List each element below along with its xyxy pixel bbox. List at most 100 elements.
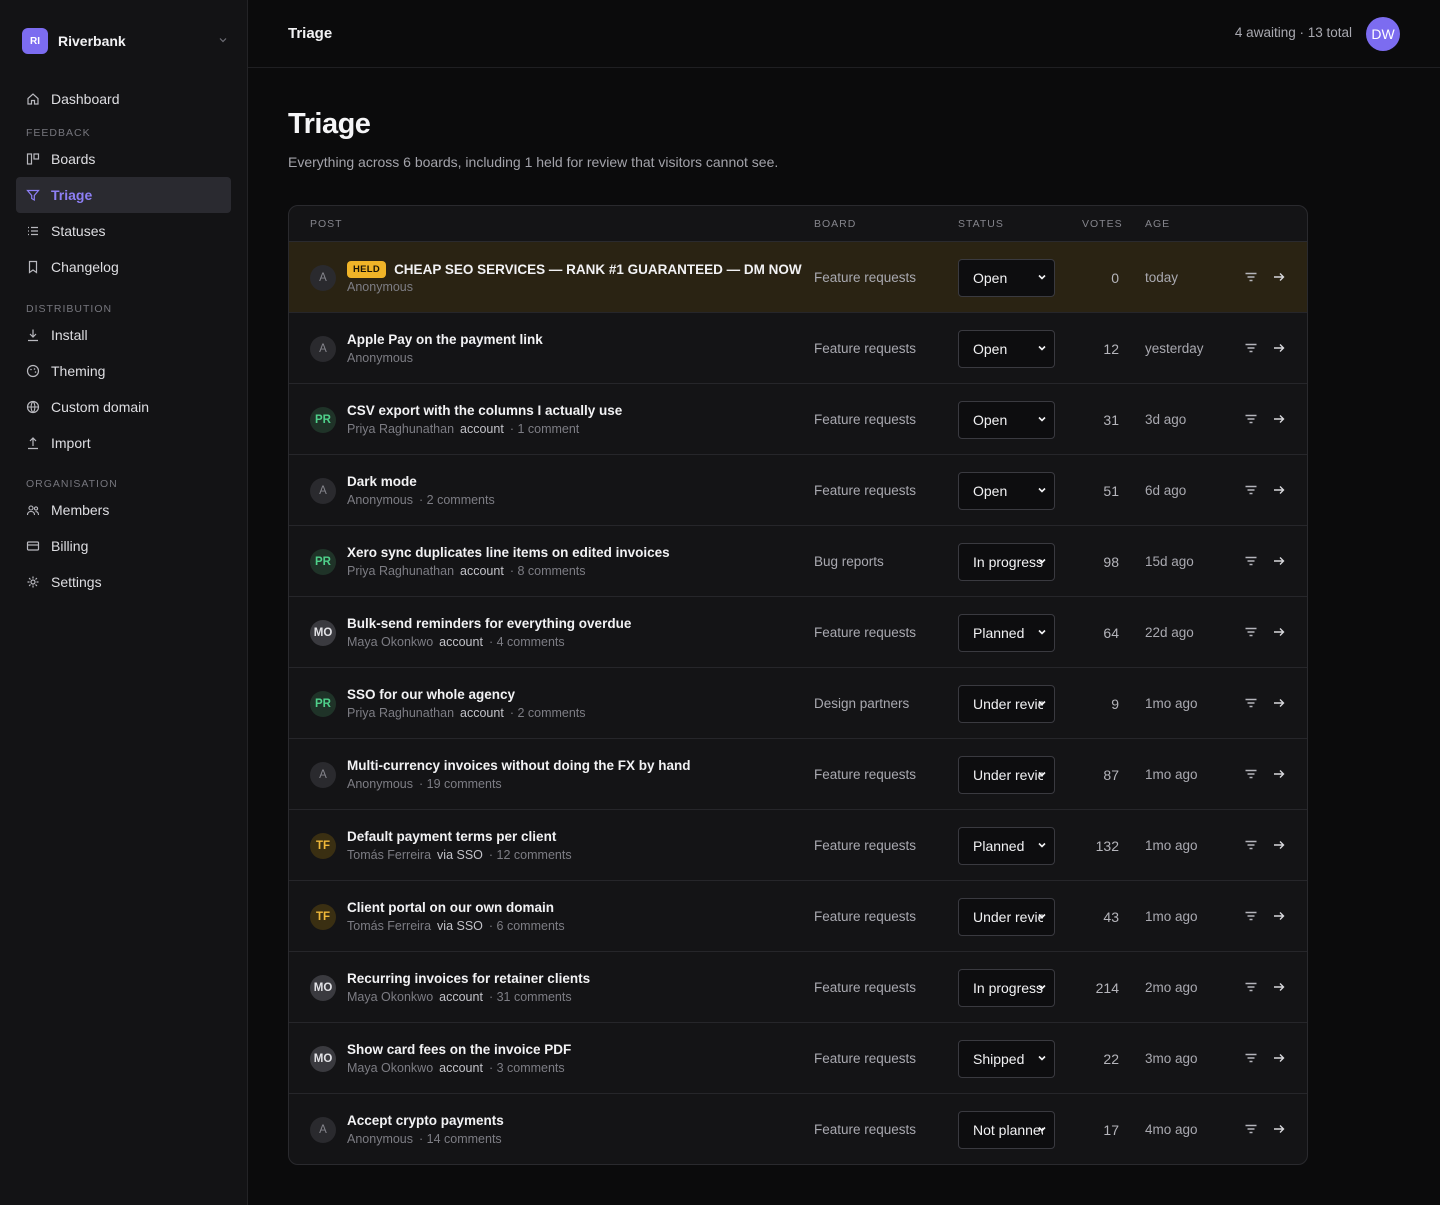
comment-count: · 2 comments xyxy=(419,493,495,507)
table-row[interactable]: PR CSV export with the columns I actuall… xyxy=(289,384,1307,455)
filter-lines-icon[interactable] xyxy=(1244,554,1258,568)
post-title[interactable]: Show card fees on the invoice PDF xyxy=(347,1042,571,1057)
author-avatar: TF xyxy=(310,904,336,930)
sidebar-item-boards[interactable]: Boards xyxy=(16,141,231,177)
status-select[interactable]: Not planned xyxy=(958,1111,1055,1149)
sidebar-item-import[interactable]: Import xyxy=(16,425,231,461)
table-row[interactable]: A HELD CHEAP SEO SERVICES — RANK #1 GUAR… xyxy=(289,242,1307,313)
table-row[interactable]: A Accept crypto payments Anonymous · 14 c… xyxy=(289,1094,1307,1164)
post-title[interactable]: SSO for our whole agency xyxy=(347,687,515,702)
upload-icon xyxy=(26,436,40,450)
filter-lines-icon[interactable] xyxy=(1244,696,1258,710)
table-row[interactable]: PR Xero sync duplicates line items on ed… xyxy=(289,526,1307,597)
post-title[interactable]: Dark mode xyxy=(347,474,417,489)
post-title[interactable]: CSV export with the columns I actually u… xyxy=(347,403,622,418)
arrow-right-icon[interactable] xyxy=(1272,696,1286,710)
arrow-right-icon[interactable] xyxy=(1272,412,1286,426)
sidebar-item-settings[interactable]: Settings xyxy=(16,564,231,600)
post-title[interactable]: Bulk-send reminders for everything overd… xyxy=(347,616,631,631)
vote-count: 51 xyxy=(1103,483,1119,499)
author-source: account xyxy=(439,990,483,1004)
status-select[interactable]: In progress xyxy=(958,969,1055,1007)
post-meta: Anonymous xyxy=(347,280,413,294)
status-select[interactable]: Open xyxy=(958,330,1055,368)
post-title[interactable]: Recurring invoices for retainer clients xyxy=(347,971,590,986)
post-meta: Priya Raghunathan account · 1 comment xyxy=(347,422,579,436)
table-row[interactable]: TF Client portal on our own domain Tomás… xyxy=(289,881,1307,952)
status-select[interactable]: Open xyxy=(958,401,1055,439)
filter-lines-icon[interactable] xyxy=(1244,1051,1258,1065)
arrow-right-icon[interactable] xyxy=(1272,483,1286,497)
arrow-right-icon[interactable] xyxy=(1272,625,1286,639)
author-source: account xyxy=(460,422,504,436)
table-row[interactable]: MO Recurring invoices for retainer clien… xyxy=(289,952,1307,1023)
table-row[interactable]: A Multi-currency invoices without doing … xyxy=(289,739,1307,810)
arrow-right-icon[interactable] xyxy=(1272,1122,1286,1136)
arrow-right-icon[interactable] xyxy=(1272,554,1286,568)
funnel-icon xyxy=(26,188,40,202)
post-title[interactable]: Default payment terms per client xyxy=(347,829,556,844)
status-select[interactable]: Open xyxy=(958,472,1055,510)
arrow-right-icon[interactable] xyxy=(1272,767,1286,781)
table-row[interactable]: PR SSO for our whole agency Priya Raghun… xyxy=(289,668,1307,739)
sidebar-item-dashboard[interactable]: Dashboard xyxy=(16,81,231,117)
sidebar-item-billing[interactable]: Billing xyxy=(16,528,231,564)
post-title[interactable]: Accept crypto payments xyxy=(347,1113,504,1128)
filter-lines-icon[interactable] xyxy=(1244,270,1258,284)
sidebar-item-theming[interactable]: Theming xyxy=(16,353,231,389)
sidebar-item-statuses[interactable]: Statuses xyxy=(16,213,231,249)
sidebar-item-install[interactable]: Install xyxy=(16,317,231,353)
table-row[interactable]: TF Default payment terms per client Tomá… xyxy=(289,810,1307,881)
credit-card-icon xyxy=(26,539,40,553)
status-select[interactable]: Open xyxy=(958,259,1055,297)
author-avatar: MO xyxy=(310,1046,336,1072)
post-title-text: Show card fees on the invoice PDF xyxy=(347,1042,572,1057)
user-avatar[interactable]: DW xyxy=(1366,17,1400,51)
post-title[interactable]: Apple Pay on the payment link xyxy=(347,332,543,347)
filter-lines-icon[interactable] xyxy=(1244,980,1258,994)
arrow-right-icon[interactable] xyxy=(1272,909,1286,923)
post-title-text: Client portal on our own domain xyxy=(347,900,554,915)
comment-count: · 14 comments xyxy=(419,1132,502,1146)
sidebar-item-members[interactable]: Members xyxy=(16,492,231,528)
status-select[interactable]: Planned xyxy=(958,614,1055,652)
status-select[interactable]: Shipped xyxy=(958,1040,1055,1078)
table-row[interactable]: MO Show card fees on the invoice PDF May… xyxy=(289,1023,1307,1094)
arrow-right-icon[interactable] xyxy=(1272,1051,1286,1065)
arrow-right-icon[interactable] xyxy=(1272,270,1286,284)
chevron-down-icon xyxy=(1037,414,1047,427)
post-title[interactable]: HELD CHEAP SEO SERVICES — RANK #1 GUARAN… xyxy=(347,261,802,278)
filter-lines-icon[interactable] xyxy=(1244,412,1258,426)
status-select[interactable]: Under review xyxy=(958,756,1055,794)
sidebar-item-changelog[interactable]: Changelog xyxy=(16,249,231,285)
status-select[interactable]: Planned xyxy=(958,827,1055,865)
post-author: Anonymous xyxy=(347,280,414,294)
sidebar-item-custom-domain[interactable]: Custom domain xyxy=(16,389,231,425)
filter-lines-icon[interactable] xyxy=(1244,909,1258,923)
table-row[interactable]: A Dark mode Anonymous · 2 comments Featur… xyxy=(289,455,1307,526)
workspace-switcher[interactable]: RI Riverbank xyxy=(22,28,228,54)
arrow-right-icon[interactable] xyxy=(1272,341,1286,355)
status-select[interactable]: In progress xyxy=(958,543,1055,581)
post-title[interactable]: Client portal on our own domain xyxy=(347,900,554,915)
post-board: Feature requests xyxy=(814,270,917,285)
status-select[interactable]: Under review xyxy=(958,685,1055,723)
post-title[interactable]: Xero sync duplicates line items on edite… xyxy=(347,545,670,560)
sidebar-item-triage[interactable]: Triage xyxy=(16,177,231,213)
table-row[interactable]: A Apple Pay on the payment link Anonymou… xyxy=(289,313,1307,384)
vote-count: 0 xyxy=(1111,270,1119,286)
arrow-right-icon[interactable] xyxy=(1272,838,1286,852)
filter-lines-icon[interactable] xyxy=(1244,1122,1258,1136)
status-select[interactable]: Under review xyxy=(958,898,1055,936)
filter-lines-icon[interactable] xyxy=(1244,838,1258,852)
table-row[interactable]: MO Bulk-send reminders for everything ov… xyxy=(289,597,1307,668)
post-title-text: CSV export with the columns I actually u… xyxy=(347,403,623,418)
chevron-down-icon xyxy=(1037,840,1047,853)
filter-lines-icon[interactable] xyxy=(1244,483,1258,497)
post-meta: Maya Okonkwo account · 3 comments xyxy=(347,1061,565,1075)
filter-lines-icon[interactable] xyxy=(1244,767,1258,781)
arrow-right-icon[interactable] xyxy=(1272,980,1286,994)
post-title[interactable]: Multi-currency invoices without doing th… xyxy=(347,758,691,773)
filter-lines-icon[interactable] xyxy=(1244,341,1258,355)
filter-lines-icon[interactable] xyxy=(1244,625,1258,639)
